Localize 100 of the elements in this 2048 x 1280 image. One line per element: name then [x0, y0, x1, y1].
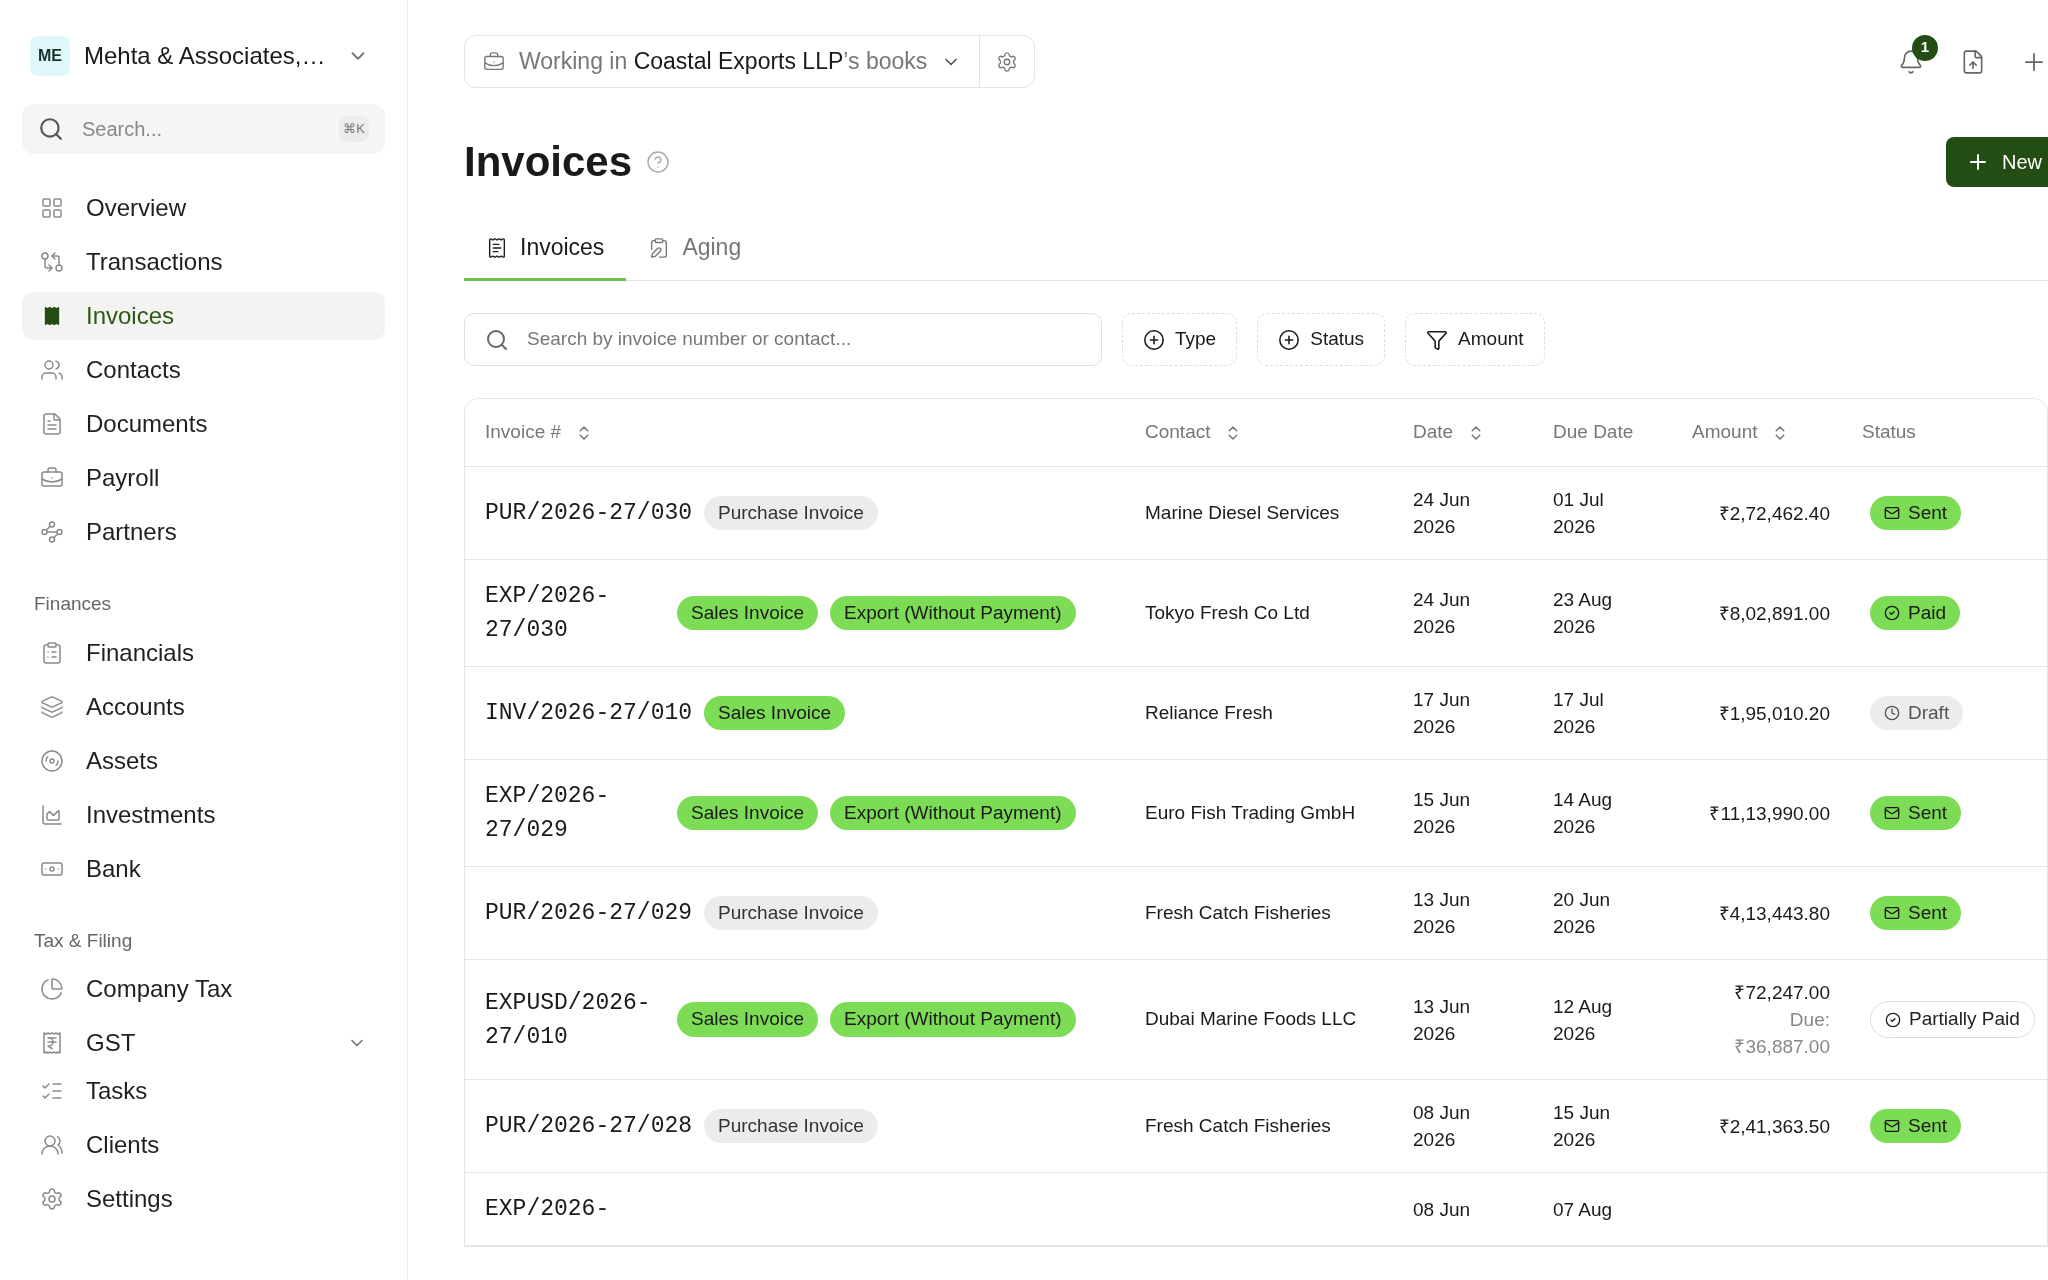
contact-name: Marine Diesel Services	[1145, 501, 1340, 523]
nav-item[interactable]: Investments	[22, 790, 385, 839]
invoice-date: 24 Jun 2026	[1413, 588, 1472, 639]
check-circle-icon	[1884, 605, 1900, 621]
due-date: 14 Aug 2026	[1553, 788, 1614, 839]
column-header[interactable]: Contact	[1129, 418, 1397, 447]
nav-item[interactable]: Accounts	[22, 682, 385, 731]
contact-name: Dubai Marine Foods LLC	[1145, 1008, 1357, 1030]
invoice-number[interactable]: EXP/2026-27/029	[485, 779, 665, 847]
invoice-number[interactable]: INV/2026-27/010	[485, 696, 693, 730]
workspace-selector[interactable]: Working in Coastal Exports LLP’s books	[464, 35, 1036, 88]
nav-item[interactable]: Documents	[22, 400, 385, 448]
invoice-date: 08 Jun 2026	[1413, 1101, 1472, 1152]
people-icon	[40, 1133, 64, 1157]
mail-icon	[1884, 1118, 1900, 1134]
notification-badge: 1	[1912, 34, 1938, 61]
nav-item[interactable]: Payroll	[22, 454, 385, 502]
due-date: 23 Aug 2026	[1553, 588, 1614, 639]
document-icon	[40, 412, 64, 436]
arrows-icon	[40, 250, 64, 274]
nav-item[interactable]: Contacts	[22, 346, 385, 394]
due-date: 15 Jun 2026	[1553, 1101, 1612, 1152]
search-field[interactable]: Search... ⌘K	[22, 104, 385, 154]
section-heading: Tax & Filing	[33, 928, 134, 953]
search-field[interactable]: Search by invoice number or contact...	[464, 313, 1102, 366]
nav-item[interactable]: GST	[22, 1019, 385, 1067]
search-icon	[38, 116, 64, 142]
invoice-number[interactable]: PUR/2026-27/030	[485, 496, 693, 530]
nav-item[interactable]: Transactions	[22, 238, 385, 286]
nav-item[interactable]: Financials	[22, 628, 385, 677]
amount: ₹2,41,363.50	[1718, 1114, 1830, 1139]
invoice-date: 17 Jun 2026	[1413, 688, 1472, 739]
status-badge: Paid	[1870, 595, 1961, 631]
type-tag: Purchase Invoice	[704, 495, 878, 531]
column-header[interactable]: Amount	[1676, 418, 1846, 447]
nav-item[interactable]: Bank	[22, 844, 385, 893]
clock-icon	[1884, 705, 1900, 721]
tab[interactable]: Invoices	[464, 217, 627, 281]
plus-circle-icon	[1143, 328, 1165, 351]
amount: ₹8,02,891.00	[1718, 601, 1830, 626]
grid-icon	[40, 196, 64, 220]
invoice-number[interactable]: EXP/2026-27/030	[485, 579, 665, 647]
due-date: 20 Jun 2026	[1553, 888, 1612, 939]
status-badge: Partially Paid	[1870, 1001, 2035, 1038]
due-date: 01 Jul 2026	[1553, 488, 1605, 539]
amount-due: Due: ₹36,887.00	[1733, 1008, 1830, 1059]
disc-icon	[40, 748, 64, 773]
invoice-date: 13 Jun 2026	[1413, 888, 1472, 939]
new-button[interactable]: New	[1946, 136, 2048, 187]
nav-item[interactable]: Assets	[22, 736, 385, 785]
status-badge: Sent	[1870, 1108, 1962, 1144]
status-badge: Draft	[1870, 695, 1964, 731]
contact-name: Euro Fish Trading GmbH	[1145, 801, 1356, 823]
nav-item[interactable]: Overview	[22, 184, 385, 232]
mail-icon	[1884, 505, 1900, 521]
mail-icon	[1884, 905, 1900, 921]
nav-item[interactable]: Company Tax	[22, 965, 385, 1013]
status-badge: Sent	[1870, 895, 1962, 931]
nav-item[interactable]: Invoices	[22, 292, 385, 340]
filter-button[interactable]: Type	[1122, 313, 1238, 366]
nav-item[interactable]: Tasks	[22, 1067, 385, 1115]
column-header: Due Date	[1552, 420, 1635, 445]
type-tag: Purchase Invoice	[704, 1108, 878, 1144]
invoice-number[interactable]: PUR/2026-27/029	[485, 896, 693, 930]
contact-name: Reliance Fresh	[1145, 701, 1273, 723]
filter-button[interactable]: Status	[1257, 313, 1386, 366]
area-chart-icon	[40, 802, 64, 827]
column-header[interactable]: Invoice #	[465, 418, 1129, 447]
due-date: 12 Aug 2026	[1553, 994, 1614, 1046]
invoice-number[interactable]: EXP/2026-	[485, 1192, 610, 1226]
pie-chart-icon	[40, 977, 64, 1001]
nav-item[interactable]: Partners	[22, 508, 385, 556]
due-date: 07 Aug	[1553, 1197, 1614, 1222]
settings-icon[interactable]	[996, 50, 1019, 73]
amount: ₹1,95,010.20	[1718, 701, 1830, 726]
invoice-date: 24 Jun 2026	[1413, 488, 1472, 539]
amount: ₹11,13,990.00	[1709, 801, 1830, 826]
tab[interactable]: Aging	[626, 217, 764, 281]
invoice-number[interactable]: PUR/2026-27/028	[485, 1109, 693, 1143]
type-tag: Export (Without Payment)	[830, 595, 1076, 631]
filter-button[interactable]: Amount	[1405, 313, 1545, 366]
type-tag: Export (Without Payment)	[830, 795, 1076, 831]
nav-item[interactable]: Settings	[22, 1175, 385, 1223]
type-tag: Export (Without Payment)	[830, 1002, 1076, 1037]
workspace-label: Working in Coastal Exports LLP’s books	[519, 47, 928, 77]
page-title: Invoices	[464, 137, 633, 187]
amount: ₹4,13,443.80	[1718, 901, 1830, 926]
column-header: Status	[1861, 420, 1917, 445]
section-heading: Finances	[33, 592, 113, 616]
layers-icon	[40, 694, 64, 719]
status-badge: Sent	[1870, 495, 1962, 531]
briefcase-icon	[40, 466, 64, 490]
contact-name: Tokyo Fresh Co Ltd	[1145, 601, 1310, 623]
amount: ₹2,72,462.40	[1718, 501, 1830, 526]
invoice-number[interactable]: EXPUSD/2026-27/010	[485, 985, 665, 1054]
rupee-receipt-icon	[40, 1031, 64, 1055]
column-header[interactable]: Date	[1397, 418, 1537, 447]
settings-icon	[40, 1187, 64, 1211]
invoice-date: 15 Jun 2026	[1413, 788, 1472, 839]
nav-item[interactable]: Clients	[22, 1121, 385, 1169]
